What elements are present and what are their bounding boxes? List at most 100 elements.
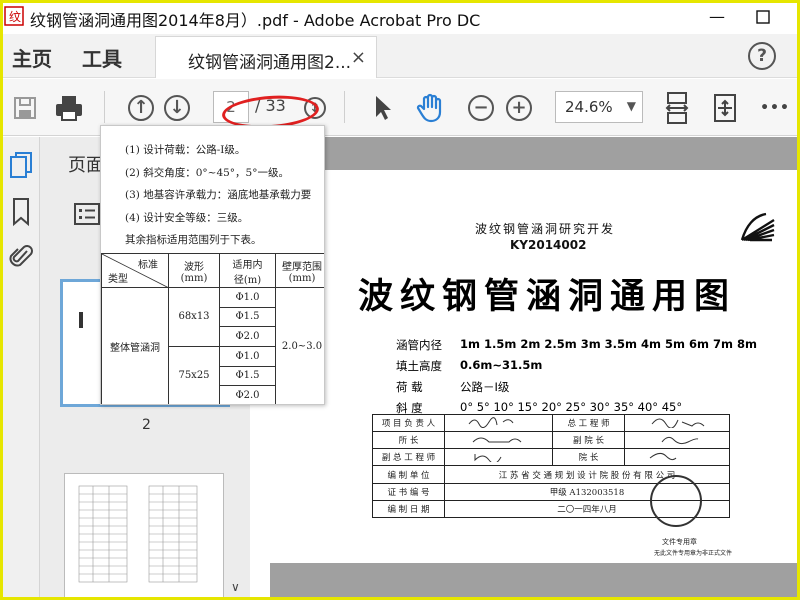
attachment-icon [9, 245, 33, 267]
zoom-in-icon: + [506, 95, 532, 121]
seal-text: 文件专用章 [662, 538, 697, 546]
sig-signature [444, 448, 553, 467]
select-tool-button[interactable] [366, 91, 400, 125]
document-code: KY2014002 [510, 238, 587, 252]
table-cell: Φ2.0 [219, 326, 276, 347]
table-cell: 整体管涵洞 [101, 287, 169, 404]
thumbnail-options-button[interactable] [74, 203, 100, 229]
sig-label: 所 长 [372, 431, 445, 450]
thumbnail-content [78, 485, 198, 583]
save-button[interactable] [8, 91, 42, 125]
document-viewport[interactable]: 波纹钢管涵洞研究开发 KY2014002 波纹钢管涵洞通用图 涵管内径 1m 1… [270, 137, 800, 600]
document-tab[interactable]: 纹钢管涵洞通用图2... × [155, 36, 377, 78]
navigation-rail [0, 137, 40, 600]
page-thumbnail-3[interactable] [64, 473, 224, 599]
page-view-button[interactable] [708, 91, 742, 125]
zoom-select[interactable]: 24.6% ▼ [555, 91, 643, 123]
seal-note: 无此文件专用章为非正式文件 [654, 550, 733, 557]
sig-signature [624, 448, 730, 467]
sig-label: 总 工 程 师 [552, 413, 625, 433]
thumbnail-mark [79, 312, 83, 328]
chevron-down-icon: ▼ [626, 99, 636, 113]
spec-key: 荷 载 [396, 380, 423, 394]
table-cell: Φ1.5 [219, 306, 276, 328]
help-icon[interactable]: ? [748, 42, 776, 70]
toolbar-separator [344, 91, 345, 123]
bookmark-icon [13, 198, 29, 227]
sig-label: 证 书 编 号 [372, 482, 445, 501]
toolbar-separator [104, 91, 105, 123]
sig-signature [444, 431, 553, 450]
table-header-cell: 波形 (mm) [168, 253, 220, 288]
table-cell: Φ2.0 [219, 385, 276, 404]
print-button[interactable] [52, 91, 86, 125]
popup-line: (1) 设计荷载：公路-Ⅰ级。 [125, 144, 246, 156]
popup-line: (4) 设计安全等级：三级。 [125, 212, 249, 224]
page-thumbnail-label: 2 [142, 417, 151, 433]
popup-line: (2) 斜交角度：0°~45°，5°一级。 [125, 167, 289, 179]
pages-icon [10, 152, 32, 178]
popup-spec-table: 标准 类型 波形 (mm) 适用内 径(m) 壁厚范围 (mm) 整体管涵洞 68x1… [101, 253, 324, 404]
sig-signature [624, 413, 730, 433]
fit-page-icon [665, 92, 689, 124]
spec-value: 0° 5° 10° 15° 20° 25° 30° 35° 40° 45° [460, 400, 683, 414]
document-title: 波纹钢管涵洞通用图 [358, 277, 737, 317]
table-cell: 68x13 [168, 287, 220, 347]
table-cell: Φ1.5 [219, 365, 276, 387]
minimize-button[interactable]: — [702, 4, 732, 30]
sig-label: 院 长 [552, 448, 625, 467]
zoom-out-icon: − [468, 95, 494, 121]
table-header-cell: 壁厚范围 (mm) [275, 253, 324, 288]
document-tab-label: 纹钢管涵洞通用图2... [188, 53, 352, 73]
more-tools-button[interactable]: ••• [758, 91, 792, 125]
next-page-button[interactable]: ↓ [160, 91, 194, 125]
tools-tab[interactable]: 工具 [82, 43, 122, 72]
page-view-icon [714, 94, 736, 122]
sig-label: 项 目 负 责 人 [372, 413, 445, 433]
sig-signature [624, 431, 730, 450]
table-cell: Φ1.0 [219, 345, 276, 367]
select-arrow-icon [376, 96, 391, 120]
spec-value: 公路－Ⅰ级 [460, 380, 510, 394]
next-page-icon: ↓ [164, 95, 190, 121]
bookmarks-panel-button[interactable] [8, 197, 34, 227]
page-preview-popup: (1) 设计荷载：公路-Ⅰ级。 (2) 斜交角度：0°~45°，5°一级。 (3… [100, 125, 325, 405]
popup-line: 其余指标适用范围列于下表。 [125, 234, 262, 246]
popup-line: (3) 地基容许承载力：涵底地基承载力要 [125, 189, 312, 201]
table-cell: 75x25 [168, 345, 220, 404]
table-header-cell: 标准 类型 [101, 253, 169, 288]
prev-page-button[interactable]: ↑ [124, 91, 158, 125]
table-cell: Φ1.0 [219, 287, 276, 308]
panel-title: 页面 [68, 155, 104, 176]
pages-panel-button[interactable] [8, 151, 34, 181]
table-header-cell: 适用内 径(m) [219, 253, 276, 288]
title-bar: 纹 纹钢管涵洞通用图2014年8月）.pdf - Adobe Acrobat P… [0, 0, 800, 34]
table-cell: 2.0~3.0 [275, 287, 324, 404]
thumbnail-options-icon [74, 203, 100, 225]
sig-label: 编 制 单 位 [372, 465, 445, 484]
scroll-down-icon[interactable]: ∨ [231, 580, 240, 594]
official-seal [650, 475, 702, 527]
hand-tool-button[interactable] [414, 91, 448, 125]
maximize-button[interactable] [748, 4, 778, 30]
close-tab-icon[interactable]: × [351, 47, 366, 68]
prev-page-icon: ↑ [128, 95, 154, 121]
nav-bar: 主页 工具 纹钢管涵洞通用图2... × ? [0, 34, 800, 78]
save-icon [14, 97, 36, 119]
zoom-value: 24.6% [565, 98, 613, 116]
zoom-out-button[interactable]: − [464, 91, 498, 125]
document-subtitle: 波纹钢管涵洞研究开发 [475, 222, 616, 236]
print-icon [56, 96, 82, 121]
zoom-in-button[interactable]: + [502, 91, 536, 125]
fit-page-button[interactable] [660, 91, 694, 125]
pdf-page: 波纹钢管涵洞研究开发 KY2014002 波纹钢管涵洞通用图 涵管内径 1m 1… [270, 170, 800, 563]
spec-value: 0.6m~31.5m [460, 358, 543, 372]
svg-text:纹: 纹 [9, 10, 21, 24]
attachments-panel-button[interactable] [8, 241, 34, 271]
home-tab[interactable]: 主页 [12, 43, 52, 72]
app-logo-icon: 纹 [4, 6, 24, 26]
sig-label: 副 总 工 程 师 [372, 448, 445, 467]
maximize-icon [756, 10, 770, 24]
sig-signature [444, 413, 553, 433]
publisher-logo-icon [740, 212, 775, 242]
